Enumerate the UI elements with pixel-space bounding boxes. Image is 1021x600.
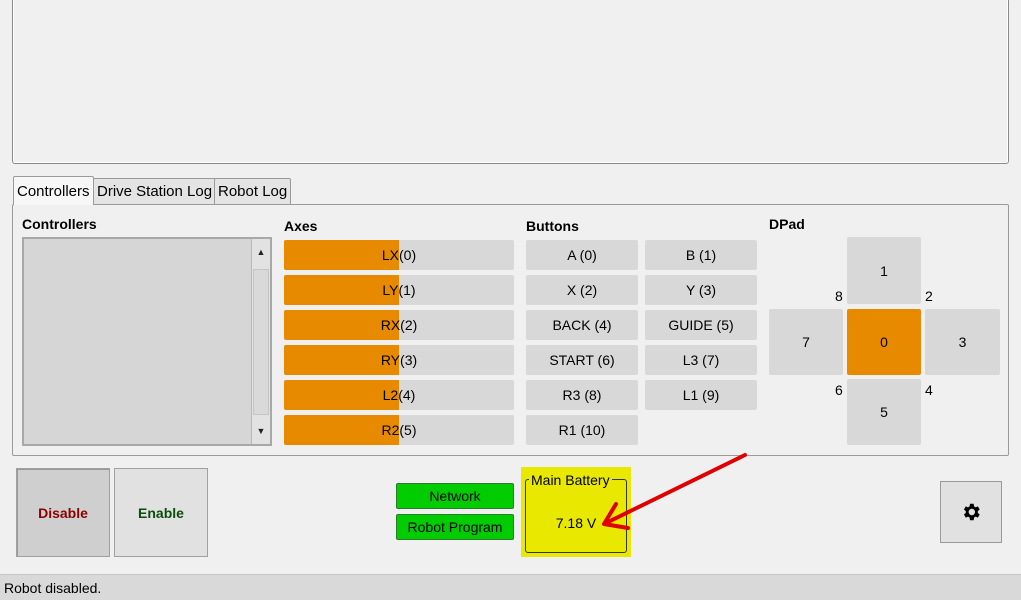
dpad-down-left-label: 6: [835, 382, 843, 398]
tab-robot-log[interactable]: Robot Log: [214, 178, 292, 204]
button-indicator-r3: R3 (8): [526, 380, 638, 410]
axis-ly: LY (1): [284, 275, 514, 305]
dpad-left: 7: [769, 309, 843, 375]
axis-index: (0): [399, 247, 417, 263]
button-indicator-b: B (1): [645, 240, 757, 270]
dpad-up-left-label: 8: [835, 288, 843, 304]
dpad-up: 1: [847, 237, 921, 304]
annotation-arrow-icon: [602, 453, 747, 530]
controllers-list[interactable]: ▲ ▼: [22, 237, 272, 446]
dpad-heading: DPad: [769, 216, 805, 232]
button-indicator-guide: GUIDE (5): [645, 310, 757, 340]
settings-button[interactable]: [940, 481, 1002, 543]
triangle-up-icon[interactable]: ▲: [252, 239, 270, 265]
axis-name: RY: [380, 352, 401, 368]
axis-lx: LX (0): [284, 240, 514, 270]
status-bar: Robot disabled.: [0, 574, 1021, 600]
enable-button[interactable]: Enable: [114, 468, 208, 557]
gear-icon: [963, 503, 980, 521]
axis-index: (3): [400, 352, 418, 368]
dpad-center: 0: [847, 309, 921, 375]
axis-l2: L2 (4): [284, 380, 514, 410]
tab-controllers[interactable]: Controllers: [13, 176, 94, 205]
scrollbar-thumb[interactable]: [253, 269, 269, 415]
axis-index: (2): [400, 317, 418, 333]
dpad-right: 3: [925, 309, 1000, 375]
axis-name: RX: [380, 317, 401, 333]
status-bar-text: Robot disabled.: [4, 580, 102, 596]
axis-r2: R2 (5): [284, 415, 514, 445]
button-indicator-l1: L1 (9): [645, 380, 757, 410]
triangle-down-icon[interactable]: ▼: [252, 418, 270, 444]
button-indicator-r1: R1 (10): [526, 415, 638, 445]
buttons-heading: Buttons: [526, 218, 579, 234]
axes-heading: Axes: [284, 218, 318, 234]
controllers-heading: Controllers: [22, 216, 97, 232]
axis-name: LX: [381, 247, 399, 263]
axis-name: R2: [381, 422, 400, 438]
dpad-up-right-label: 2: [925, 288, 933, 304]
button-indicator-x: X (2): [526, 275, 638, 305]
button-indicator-l3: L3 (7): [645, 345, 757, 375]
axis-rx: RX (2): [284, 310, 514, 340]
log-output-pane[interactable]: [12, 0, 1009, 164]
axis-index: (1): [398, 282, 416, 298]
button-indicator-start: START (6): [526, 345, 638, 375]
disable-button[interactable]: Disable: [16, 468, 110, 557]
robot-program-status-indicator: Robot Program: [396, 514, 514, 540]
tab-drive-station-log[interactable]: Drive Station Log: [93, 178, 217, 204]
axis-index: (5): [399, 422, 417, 438]
dpad-down: 5: [847, 379, 921, 445]
axis-index: (4): [398, 387, 416, 403]
axis-name: L2: [382, 387, 399, 403]
network-status-indicator: Network: [396, 483, 514, 509]
button-indicator-back: BACK (4): [526, 310, 638, 340]
axis-ry: RY (3): [284, 345, 514, 375]
controllers-scrollbar[interactable]: ▲ ▼: [251, 239, 270, 444]
axis-name: LY: [382, 282, 399, 298]
dpad-down-right-label: 4: [925, 382, 933, 398]
button-indicator-y: Y (3): [645, 275, 757, 305]
button-indicator-a: A (0): [526, 240, 638, 270]
